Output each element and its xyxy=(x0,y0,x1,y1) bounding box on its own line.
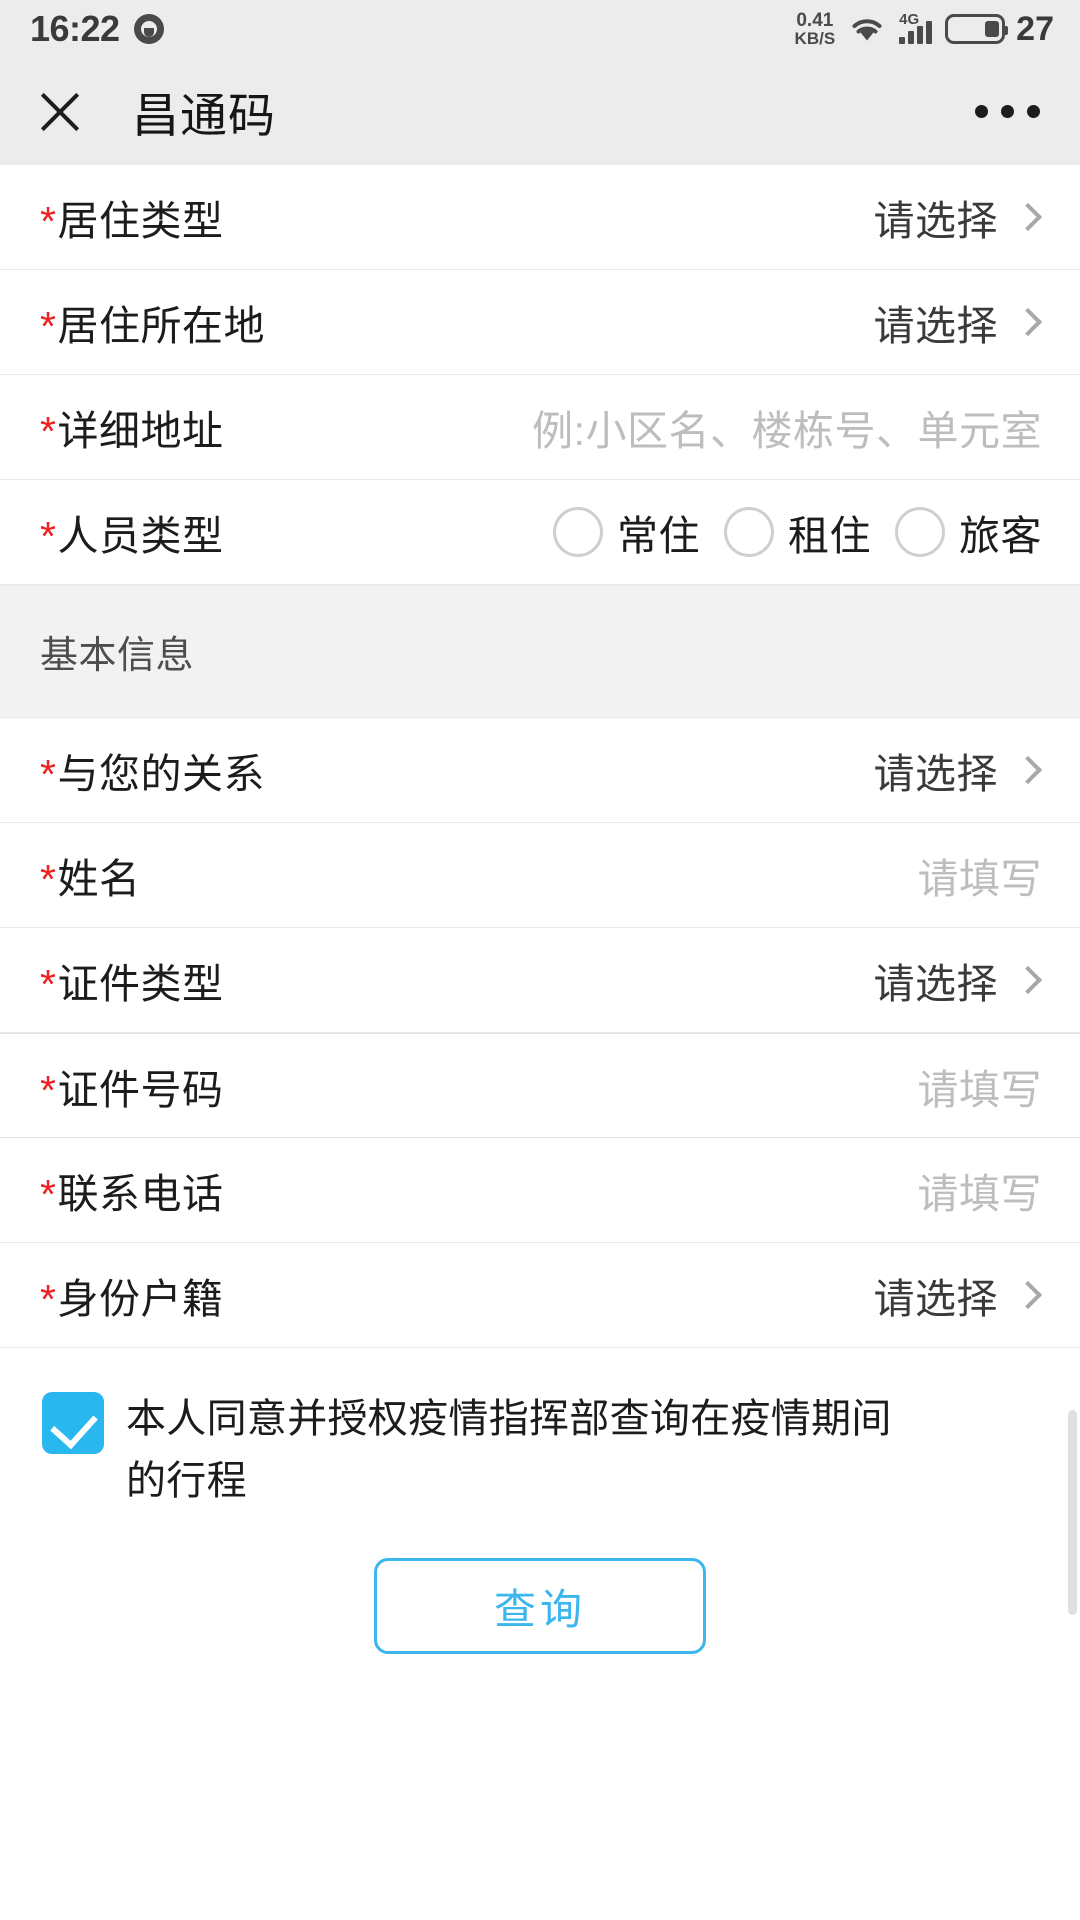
form-label-text: 人员类型 xyxy=(57,513,224,559)
required-marker: * xyxy=(40,961,57,1007)
radio-circle-icon[interactable] xyxy=(553,507,603,557)
radio-label: 租住 xyxy=(788,513,871,559)
form-label: *身份户籍 xyxy=(40,1265,223,1325)
network-speed-value: 0.41 xyxy=(796,10,834,31)
battery-percent: 27 xyxy=(1016,9,1054,48)
required-marker: * xyxy=(40,513,57,559)
section-header-basic-info: 基本信息 xyxy=(0,585,1080,718)
form-label: *与您的关系 xyxy=(40,740,265,800)
more-options-icon[interactable] xyxy=(975,105,1040,118)
chevron-right-icon xyxy=(1013,755,1043,785)
form-row-person-type: *人员类型 常住 租住 旅客 xyxy=(0,480,1080,585)
required-marker: * xyxy=(40,198,57,244)
radio-label: 旅客 xyxy=(959,513,1042,559)
network-type-label: 4G xyxy=(899,11,920,28)
form-label-text: 详细地址 xyxy=(57,408,224,454)
close-icon[interactable] xyxy=(34,86,86,138)
form-label: *居住所在地 xyxy=(40,292,265,352)
required-marker: * xyxy=(40,1171,57,1217)
chevron-right-icon xyxy=(1013,307,1043,337)
form-row-residence-location[interactable]: *居住所在地 请选择 xyxy=(0,270,1080,375)
name-input[interactable]: 请填写 xyxy=(918,845,1043,905)
radio-option-permanent[interactable]: 常住 xyxy=(553,502,700,562)
form-row-relationship[interactable]: *与您的关系 请选择 xyxy=(0,718,1080,823)
wifi-icon xyxy=(848,14,886,44)
form-row-detailed-address[interactable]: *详细地址 例:小区名、楼栋号、单元室 xyxy=(0,375,1080,480)
agreement-block: 本人同意并授权疫情指挥部查询在疫情期间的行程 xyxy=(0,1348,1080,1512)
form-label: *证件号码 xyxy=(40,1056,223,1116)
battery-icon xyxy=(945,14,1009,44)
form-label: *居住类型 xyxy=(40,187,223,247)
agreement-text: 本人同意并授权疫情指挥部查询在疫情期间的行程 xyxy=(126,1397,892,1503)
form-row-id-number[interactable]: *证件号码 请填写 xyxy=(0,1033,1080,1138)
form-label: *证件类型 xyxy=(40,950,223,1010)
form-row-name[interactable]: *姓名 请填写 xyxy=(0,823,1080,928)
radio-circle-icon[interactable] xyxy=(895,507,945,557)
form-label-text: 证件号码 xyxy=(57,1066,224,1113)
form-row-value[interactable]: 请选择 xyxy=(874,740,1043,800)
section-title: 基本信息 xyxy=(40,635,195,677)
form-label-text: 证件类型 xyxy=(57,961,224,1007)
form-row-value[interactable]: 请选择 xyxy=(874,950,1043,1010)
status-time: 16:22 xyxy=(30,8,120,49)
select-value: 请选择 xyxy=(873,1276,998,1322)
form-scroll-area[interactable]: *居住类型 请选择 *居住所在地 请选择 *详细地址 例:小区名、楼栋号、单元室… xyxy=(0,165,1080,1615)
form-row-value[interactable]: 请选择 xyxy=(874,292,1043,352)
status-bar: 16:22 0.41 KB/S 4G 27 xyxy=(0,0,1080,58)
form-label-text: 姓名 xyxy=(57,856,141,902)
radio-label: 常住 xyxy=(617,513,700,559)
select-value: 请选择 xyxy=(873,751,998,797)
chevron-right-icon xyxy=(1013,202,1043,232)
detailed-address-input[interactable]: 例:小区名、楼栋号、单元室 xyxy=(532,397,1042,457)
radio-circle-icon[interactable] xyxy=(724,507,774,557)
form-row-residence-type[interactable]: *居住类型 请选择 xyxy=(0,165,1080,270)
app-header: 昌通码 xyxy=(0,58,1080,165)
form-label: *联系电话 xyxy=(40,1160,223,1220)
required-marker: * xyxy=(40,856,57,902)
form-label-text: 居住类型 xyxy=(57,198,224,244)
radio-option-rental[interactable]: 租住 xyxy=(724,502,871,562)
status-bar-left: 16:22 xyxy=(30,8,164,50)
phone-input[interactable]: 请填写 xyxy=(918,1160,1043,1220)
vertical-scrollbar[interactable] xyxy=(1068,1410,1077,1615)
radio-option-traveler[interactable]: 旅客 xyxy=(895,502,1042,562)
select-value: 请选择 xyxy=(873,198,998,244)
required-marker: * xyxy=(40,408,57,454)
required-marker: * xyxy=(40,1066,57,1113)
form-label: *姓名 xyxy=(40,845,140,905)
form-row-phone[interactable]: *联系电话 请填写 xyxy=(0,1138,1080,1243)
submit-button-wrap: 查询 xyxy=(0,1558,1080,1654)
chevron-right-icon xyxy=(1013,965,1043,995)
clock-app-icon xyxy=(133,14,164,44)
form-label-text: 居住所在地 xyxy=(57,303,265,349)
agreement-checkbox[interactable] xyxy=(42,1392,104,1454)
signal-bars-icon: 4G xyxy=(899,11,933,44)
form-row-id-type[interactable]: *证件类型 请选择 xyxy=(0,928,1080,1033)
page-title: 昌通码 xyxy=(132,89,276,142)
form-label-text: 联系电话 xyxy=(57,1171,224,1217)
required-marker: * xyxy=(40,303,57,349)
form-label: *人员类型 xyxy=(40,502,223,562)
network-speed: 0.41 KB/S xyxy=(795,11,836,47)
form-row-household-registration[interactable]: *身份户籍 请选择 xyxy=(0,1243,1080,1348)
status-bar-right: 0.41 KB/S 4G 27 xyxy=(795,10,1054,49)
form-label: *详细地址 xyxy=(40,397,223,457)
chevron-right-icon xyxy=(1013,1280,1043,1310)
network-speed-unit: KB/S xyxy=(794,29,836,48)
form-row-value[interactable]: 请选择 xyxy=(874,187,1043,247)
person-type-radio-group: 常住 租住 旅客 xyxy=(553,502,1042,562)
form-row-value[interactable]: 请选择 xyxy=(874,1265,1043,1325)
select-value: 请选择 xyxy=(873,961,998,1007)
select-value: 请选择 xyxy=(873,303,998,349)
required-marker: * xyxy=(40,1276,57,1322)
query-button[interactable]: 查询 xyxy=(374,1558,706,1654)
form-label-text: 身份户籍 xyxy=(57,1276,224,1322)
form-label-text: 与您的关系 xyxy=(57,751,265,797)
id-number-input[interactable]: 请填写 xyxy=(918,1056,1043,1116)
required-marker: * xyxy=(40,751,57,797)
